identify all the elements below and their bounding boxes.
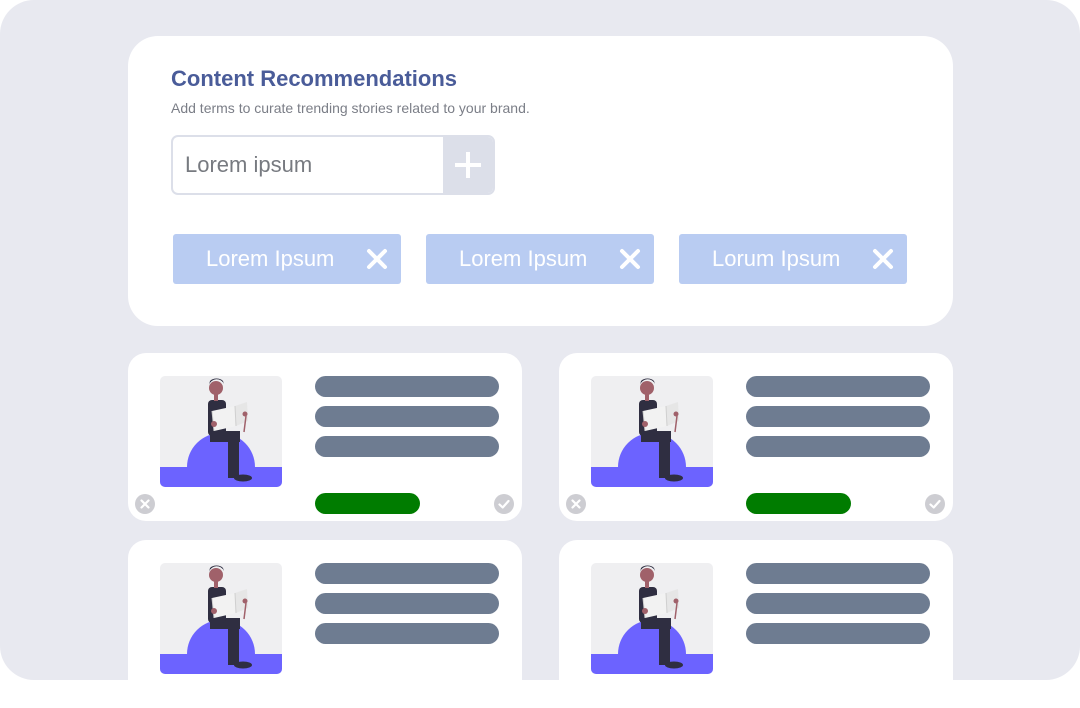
term-tag[interactable]: Lorum Ipsum	[679, 234, 907, 284]
check-circle-icon[interactable]	[925, 494, 945, 514]
term-tag[interactable]: Lorem Ipsum	[426, 234, 654, 284]
term-tag[interactable]: Lorem Ipsum	[173, 234, 401, 284]
term-tag-label: Lorum Ipsum	[712, 246, 841, 271]
x-circle-icon[interactable]	[566, 494, 586, 514]
headline-placeholder	[746, 406, 930, 427]
status-badge	[746, 493, 851, 514]
close-icon[interactable]	[618, 247, 642, 271]
term-tag-label: Lorem Ipsum	[459, 246, 588, 271]
page-subtitle: Add terms to curate trending stories rel…	[171, 100, 530, 116]
story-thumbnail	[160, 563, 282, 674]
app-frame: Content Recommendations Add terms to cur…	[0, 0, 1080, 708]
person-reading-illustration	[591, 378, 713, 487]
recommendations-panel: Content Recommendations Add terms to cur…	[128, 36, 953, 326]
close-icon[interactable]	[871, 247, 895, 271]
story-thumbnail	[591, 563, 713, 674]
term-input[interactable]	[173, 137, 441, 193]
person-reading-illustration	[160, 378, 282, 487]
headline-placeholder	[315, 593, 499, 614]
headline-placeholder	[315, 436, 499, 457]
term-tag-label: Lorem Ipsum	[206, 246, 335, 271]
headline-placeholder	[746, 623, 930, 644]
headline-placeholder	[315, 376, 499, 397]
add-term-button[interactable]	[443, 137, 493, 193]
story-card[interactable]	[128, 353, 522, 521]
story-thumbnail	[160, 376, 282, 487]
headline-placeholder	[746, 593, 930, 614]
story-card[interactable]	[559, 353, 953, 521]
headline-placeholder	[746, 376, 930, 397]
story-card[interactable]	[559, 540, 953, 708]
x-circle-icon[interactable]	[135, 494, 155, 514]
headline-placeholder	[746, 436, 930, 457]
person-reading-illustration	[160, 565, 282, 674]
status-badge	[315, 493, 420, 514]
term-input-group	[171, 135, 495, 195]
close-icon[interactable]	[365, 247, 389, 271]
check-circle-icon[interactable]	[494, 494, 514, 514]
person-reading-illustration	[591, 565, 713, 674]
headline-placeholder	[746, 563, 930, 584]
story-thumbnail	[591, 376, 713, 487]
headline-placeholder	[315, 406, 499, 427]
headline-placeholder	[315, 563, 499, 584]
headline-placeholder	[315, 623, 499, 644]
plus-icon	[455, 152, 481, 178]
story-card[interactable]	[128, 540, 522, 708]
page-title: Content Recommendations	[171, 66, 458, 91]
